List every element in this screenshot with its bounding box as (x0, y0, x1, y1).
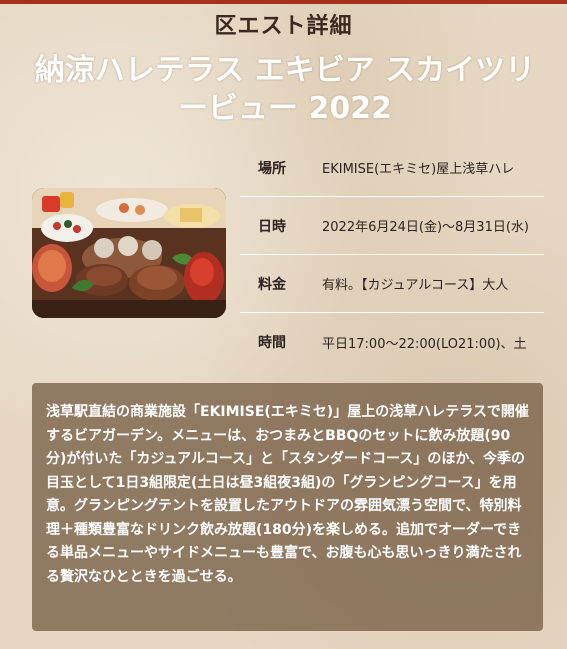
info-value: 有料。【カジュアルコース】大人 (322, 278, 509, 293)
section-title: 区エスト詳細 (214, 14, 353, 39)
event-info-table: 場所 EKIMISE(エキミセ)屋上浅草ハレ 日時 2022年6月24日(金)～… (240, 139, 544, 371)
info-row-hours: 時間 平日17:00～22:00(LO21:00)、土 (240, 313, 544, 371)
event-photo (32, 188, 226, 318)
bbq-food-photo-icon (32, 188, 226, 318)
info-value: 2022年6月24日(金)～8月31日(水) (322, 220, 529, 235)
top-accent-bar (0, 0, 567, 4)
info-row-location: 場所 EKIMISE(エキミセ)屋上浅草ハレ (240, 139, 544, 197)
description-box: 浅草駅直結の商業施設「EKIMISE(エキミセ)」屋上の浅草ハレテラスで開催する… (32, 383, 543, 631)
info-row-price: 料金 有料。【カジュアルコース】大人 (240, 255, 544, 313)
event-title: 納涼ハレテラス エキビア スカイツリービュー 2022 (34, 53, 536, 126)
info-label: 場所 (258, 160, 286, 177)
description-text: 浅草駅直結の商業施設「EKIMISE(エキミセ)」屋上の浅草ハレテラスで開催する… (46, 404, 529, 585)
info-label: 料金 (258, 276, 286, 293)
info-value: EKIMISE(エキミセ)屋上浅草ハレ (322, 162, 515, 177)
info-label: 時間 (258, 335, 286, 351)
info-row-date: 日時 2022年6月24日(金)～8月31日(水) (240, 197, 544, 255)
info-label: 日時 (258, 218, 286, 235)
info-value: 平日17:00～22:00(LO21:00)、土 (322, 336, 527, 352)
